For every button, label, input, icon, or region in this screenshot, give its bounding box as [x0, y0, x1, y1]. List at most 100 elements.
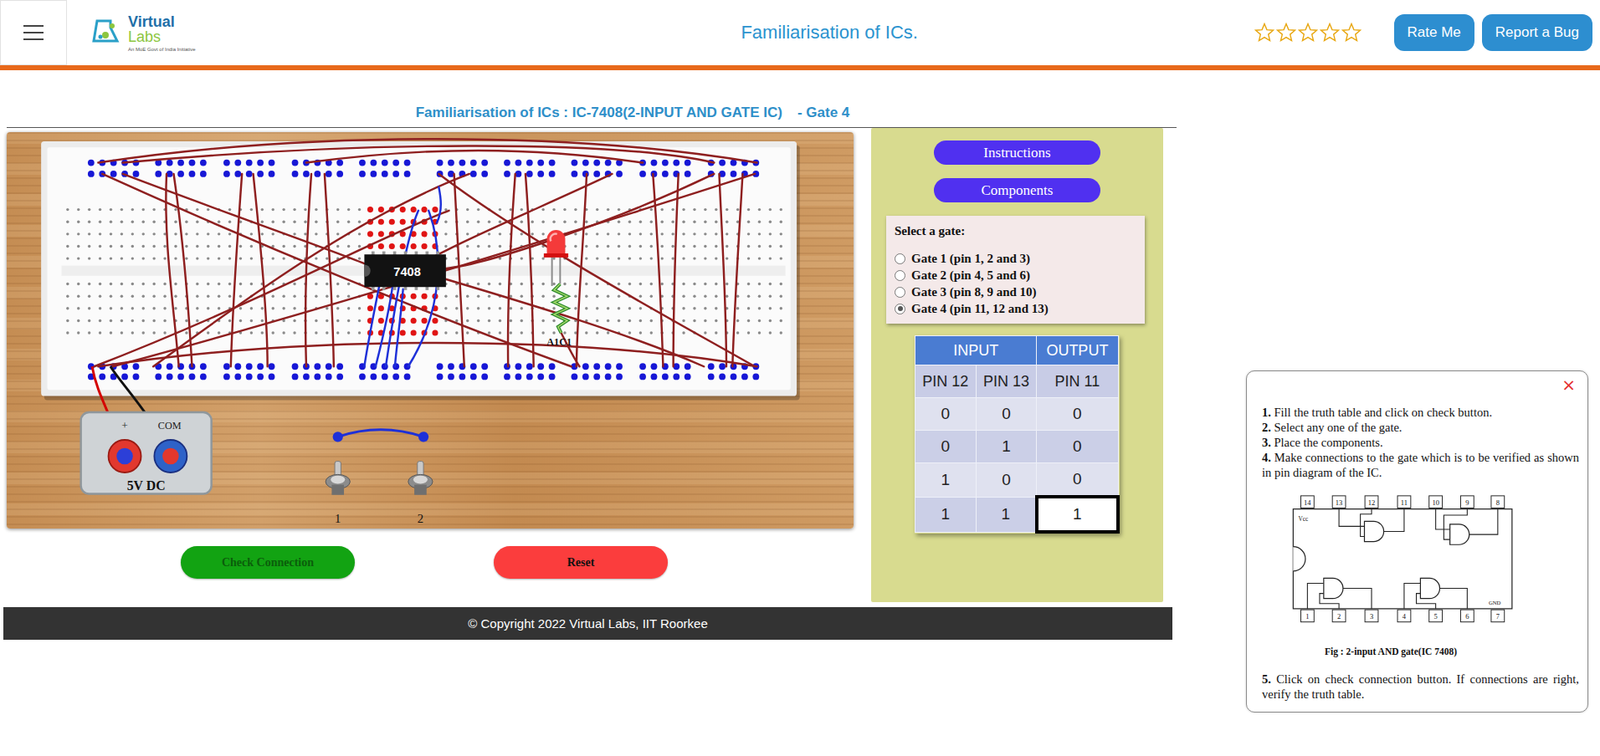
board-hole[interactable] [131, 245, 134, 248]
board-hole[interactable] [152, 294, 155, 298]
board-hole[interactable] [520, 331, 524, 334]
board-hole[interactable] [174, 256, 177, 260]
wire[interactable] [306, 150, 643, 164]
board-hole[interactable] [758, 232, 761, 236]
board-hole[interactable] [747, 256, 750, 260]
board-hole[interactable] [444, 245, 447, 248]
board-hole[interactable] [358, 245, 361, 248]
toggle-switch[interactable] [408, 461, 433, 496]
rail-hole[interactable] [256, 363, 264, 370]
board-hole[interactable] [584, 282, 588, 286]
board-hole[interactable] [509, 331, 513, 334]
rail-hole[interactable] [684, 374, 692, 381]
board-hole[interactable] [628, 319, 631, 323]
board-hole[interactable] [779, 294, 783, 298]
board-hole[interactable] [476, 245, 480, 248]
board-hole[interactable] [66, 282, 69, 286]
board-hole[interactable] [703, 282, 707, 286]
board-hole[interactable] [131, 208, 134, 211]
wire[interactable] [507, 174, 516, 367]
board-hole[interactable] [347, 331, 350, 334]
board-hole[interactable] [109, 256, 113, 260]
board-hole[interactable] [444, 331, 447, 334]
rail-hole[interactable] [369, 374, 377, 381]
board-hole[interactable] [120, 256, 124, 260]
rail-hole[interactable] [313, 374, 321, 381]
rail-hole[interactable] [392, 159, 400, 167]
rail-hole[interactable] [605, 374, 612, 381]
board-hole[interactable] [476, 319, 480, 323]
board-hole[interactable] [736, 331, 739, 334]
board-hole[interactable] [747, 245, 750, 248]
board-hole[interactable] [520, 319, 524, 323]
rail-hole[interactable] [481, 170, 488, 178]
board-hole[interactable] [606, 294, 610, 298]
board-hole[interactable] [347, 245, 350, 248]
board-hole[interactable] [239, 256, 242, 260]
board-hole[interactable] [714, 331, 718, 334]
board-hole[interactable] [282, 307, 285, 310]
board-hole[interactable] [714, 294, 718, 298]
board-hole[interactable] [66, 232, 69, 236]
board-hole[interactable] [509, 294, 513, 298]
board-hole[interactable] [109, 282, 113, 286]
board-hole[interactable] [671, 232, 674, 236]
board-hole[interactable] [98, 307, 102, 310]
board-hole[interactable] [66, 307, 69, 310]
board-hole[interactable] [617, 220, 621, 224]
board-hole[interactable] [758, 282, 761, 286]
board-hole[interactable] [314, 208, 318, 211]
rail-hole[interactable] [313, 170, 321, 178]
rail-hole[interactable] [256, 159, 264, 167]
board-hole[interactable] [595, 331, 599, 334]
rail-hole[interactable] [223, 374, 231, 381]
rail-hole[interactable] [526, 363, 534, 370]
board-hole[interactable] [261, 331, 264, 334]
board-hole[interactable] [617, 208, 621, 211]
board-hole[interactable] [410, 330, 417, 337]
rail-hole[interactable] [718, 374, 726, 381]
rail-hole[interactable] [381, 374, 389, 381]
board-hole[interactable] [261, 307, 264, 310]
rail-hole[interactable] [639, 170, 647, 178]
board-hole[interactable] [552, 331, 555, 334]
board-hole[interactable] [292, 331, 296, 334]
board-hole[interactable] [358, 208, 361, 211]
board-hole[interactable] [520, 232, 524, 236]
wire[interactable] [673, 174, 679, 367]
rail-hole[interactable] [166, 374, 174, 381]
wire[interactable] [102, 174, 572, 367]
board-hole[interactable] [725, 282, 729, 286]
board-hole[interactable] [758, 319, 761, 323]
board-hole[interactable] [152, 256, 155, 260]
board-hole[interactable] [747, 282, 750, 286]
board-hole[interactable] [541, 256, 544, 260]
board-hole[interactable] [174, 245, 177, 248]
rail-hole[interactable] [166, 159, 174, 167]
board-hole[interactable] [628, 307, 631, 310]
rail-hole[interactable] [392, 170, 400, 178]
board-hole[interactable] [758, 245, 761, 248]
board-hole[interactable] [552, 319, 555, 323]
board-hole[interactable] [87, 245, 91, 248]
board-hole[interactable] [66, 331, 69, 334]
board-hole[interactable] [617, 307, 621, 310]
board-hole[interactable] [639, 294, 642, 298]
rail-hole[interactable] [325, 374, 333, 381]
board-hole[interactable] [758, 307, 761, 310]
board-hole[interactable] [195, 319, 199, 323]
board-hole[interactable] [109, 245, 113, 248]
led[interactable] [547, 230, 566, 256]
rail-hole[interactable] [246, 170, 253, 178]
instructions-button[interactable]: Instructions [933, 140, 1101, 165]
board-hole[interactable] [314, 256, 318, 260]
board-hole[interactable] [174, 307, 177, 310]
board-hole[interactable] [531, 232, 534, 236]
check-connection-button[interactable]: Check Connection [180, 546, 355, 580]
board-hole[interactable] [358, 307, 361, 310]
rail-hole[interactable] [358, 170, 366, 178]
board-hole[interactable] [292, 232, 296, 236]
radio-button[interactable] [894, 270, 906, 282]
board-hole[interactable] [703, 294, 707, 298]
board-hole[interactable] [152, 220, 155, 224]
